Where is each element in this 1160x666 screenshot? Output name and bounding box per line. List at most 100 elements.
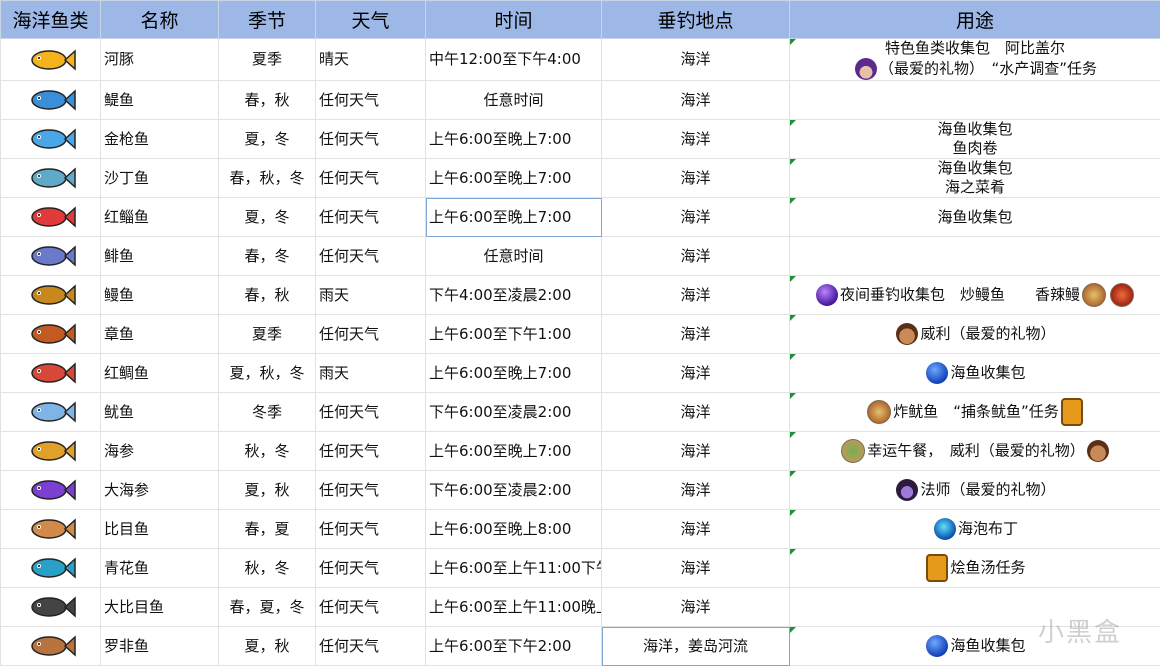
header-cell[interactable]: 垂钓地点 [602, 1, 790, 39]
uses-cell[interactable]: 幸运午餐， 威利（最爱的礼物） [790, 432, 1160, 471]
header-cell[interactable]: 海洋鱼类 [1, 1, 101, 39]
season-cell[interactable]: 春，夏 [219, 510, 316, 549]
season-cell[interactable]: 夏，冬 [219, 120, 316, 159]
uses-cell[interactable]: 海泡布丁 [790, 510, 1160, 549]
location-cell[interactable]: 海洋 [602, 315, 790, 354]
season-cell[interactable]: 冬季 [219, 393, 316, 432]
weather-cell[interactable]: 雨天 [316, 276, 426, 315]
fish-icon-cell[interactable] [1, 39, 101, 81]
fish-name-cell[interactable]: 鱿鱼 [101, 393, 219, 432]
fish-icon-cell[interactable] [1, 393, 101, 432]
season-cell[interactable]: 夏，秋 [219, 627, 316, 666]
uses-cell[interactable]: 特色鱼类收集包 阿比盖尔（最爱的礼物） “水产调查”任务 [790, 39, 1160, 81]
location-cell[interactable]: 海洋 [602, 237, 790, 276]
location-cell[interactable]: 海洋 [602, 39, 790, 81]
uses-cell[interactable]: 海鱼收集包 [790, 198, 1160, 237]
season-cell[interactable]: 春，夏，冬 [219, 588, 316, 627]
fish-name-cell[interactable]: 大海参 [101, 471, 219, 510]
fish-icon-cell[interactable] [1, 237, 101, 276]
weather-cell[interactable]: 任何天气 [316, 315, 426, 354]
season-cell[interactable]: 秋，冬 [219, 549, 316, 588]
weather-cell[interactable]: 任何天气 [316, 198, 426, 237]
location-cell[interactable]: 海洋 [602, 120, 790, 159]
header-cell[interactable]: 用途 [790, 1, 1160, 39]
time-cell[interactable]: 上午6:00至晚上7:00 [426, 432, 602, 471]
fish-name-cell[interactable]: 比目鱼 [101, 510, 219, 549]
season-cell[interactable]: 秋，冬 [219, 432, 316, 471]
location-cell[interactable]: 海洋 [602, 81, 790, 120]
fish-icon-cell[interactable] [1, 471, 101, 510]
fish-icon-cell[interactable] [1, 354, 101, 393]
weather-cell[interactable]: 任何天气 [316, 588, 426, 627]
season-cell[interactable]: 春，秋 [219, 81, 316, 120]
fish-name-cell[interactable]: 罗非鱼 [101, 627, 219, 666]
fish-icon-cell[interactable] [1, 315, 101, 354]
time-cell[interactable]: 下午6:00至凌晨2:00 [426, 471, 602, 510]
weather-cell[interactable]: 任何天气 [316, 81, 426, 120]
time-cell[interactable]: 上午6:00至上午11:00下午6:00至凌晨2:00 [426, 549, 602, 588]
fish-name-cell[interactable]: 大比目鱼 [101, 588, 219, 627]
fish-icon-cell[interactable] [1, 510, 101, 549]
location-cell[interactable]: 海洋 [602, 393, 790, 432]
fish-icon-cell[interactable] [1, 549, 101, 588]
season-cell[interactable]: 春，秋 [219, 276, 316, 315]
location-cell[interactable]: 海洋 [602, 510, 790, 549]
fish-name-cell[interactable]: 金枪鱼 [101, 120, 219, 159]
fish-icon-cell[interactable] [1, 159, 101, 198]
weather-cell[interactable]: 任何天气 [316, 159, 426, 198]
weather-cell[interactable]: 任何天气 [316, 549, 426, 588]
weather-cell[interactable]: 任何天气 [316, 510, 426, 549]
weather-cell[interactable]: 任何天气 [316, 120, 426, 159]
time-cell[interactable]: 上午6:00至晚上8:00 [426, 510, 602, 549]
location-cell[interactable]: 海洋 [602, 432, 790, 471]
fish-name-cell[interactable]: 河豚 [101, 39, 219, 81]
uses-cell[interactable] [790, 237, 1160, 276]
header-cell[interactable]: 时间 [426, 1, 602, 39]
weather-cell[interactable]: 雨天 [316, 354, 426, 393]
weather-cell[interactable]: 任何天气 [316, 237, 426, 276]
uses-cell[interactable]: 法师（最爱的礼物） [790, 471, 1160, 510]
fish-name-cell[interactable]: 鳀鱼 [101, 81, 219, 120]
header-cell[interactable]: 季节 [219, 1, 316, 39]
time-cell[interactable]: 任意时间 [426, 237, 602, 276]
time-cell[interactable]: 下午4:00至凌晨2:00 [426, 276, 602, 315]
location-cell[interactable]: 海洋 [602, 354, 790, 393]
fish-icon-cell[interactable] [1, 588, 101, 627]
weather-cell[interactable]: 任何天气 [316, 393, 426, 432]
fish-name-cell[interactable]: 章鱼 [101, 315, 219, 354]
location-cell[interactable]: 海洋 [602, 549, 790, 588]
time-cell[interactable]: 上午6:00至晚上7:00 [426, 198, 602, 237]
fish-icon-cell[interactable] [1, 276, 101, 315]
time-cell[interactable]: 上午6:00至上午11:00晚上7:00至凌晨2:00 [426, 588, 602, 627]
time-cell[interactable]: 上午6:00至下午1:00 [426, 315, 602, 354]
time-cell[interactable]: 下午6:00至凌晨2:00 [426, 393, 602, 432]
fish-name-cell[interactable]: 鲱鱼 [101, 237, 219, 276]
fish-icon-cell[interactable] [1, 432, 101, 471]
fish-name-cell[interactable]: 海参 [101, 432, 219, 471]
fish-name-cell[interactable]: 红鲷鱼 [101, 354, 219, 393]
fish-name-cell[interactable]: 沙丁鱼 [101, 159, 219, 198]
uses-cell[interactable]: 海鱼收集包 [790, 354, 1160, 393]
time-cell[interactable]: 任意时间 [426, 81, 602, 120]
header-cell[interactable]: 名称 [101, 1, 219, 39]
fish-icon-cell[interactable] [1, 198, 101, 237]
season-cell[interactable]: 夏，秋 [219, 471, 316, 510]
time-cell[interactable]: 上午6:00至晚上7:00 [426, 120, 602, 159]
season-cell[interactable]: 春，冬 [219, 237, 316, 276]
uses-cell[interactable]: 烩鱼汤任务 [790, 549, 1160, 588]
season-cell[interactable]: 夏，冬 [219, 198, 316, 237]
season-cell[interactable]: 春，秋，冬 [219, 159, 316, 198]
fish-icon-cell[interactable] [1, 81, 101, 120]
uses-cell[interactable]: 威利（最爱的礼物） [790, 315, 1160, 354]
season-cell[interactable]: 夏季 [219, 39, 316, 81]
time-cell[interactable]: 上午6:00至下午2:00 [426, 627, 602, 666]
season-cell[interactable]: 夏季 [219, 315, 316, 354]
fish-icon-cell[interactable] [1, 627, 101, 666]
weather-cell[interactable]: 晴天 [316, 39, 426, 81]
fish-icon-cell[interactable] [1, 120, 101, 159]
location-cell[interactable]: 海洋 [602, 276, 790, 315]
fish-name-cell[interactable]: 红鲻鱼 [101, 198, 219, 237]
weather-cell[interactable]: 任何天气 [316, 432, 426, 471]
location-cell[interactable]: 海洋 [602, 198, 790, 237]
uses-cell[interactable]: 夜间垂钓收集包 炒鳗鱼 香辣鳗 [790, 276, 1160, 315]
